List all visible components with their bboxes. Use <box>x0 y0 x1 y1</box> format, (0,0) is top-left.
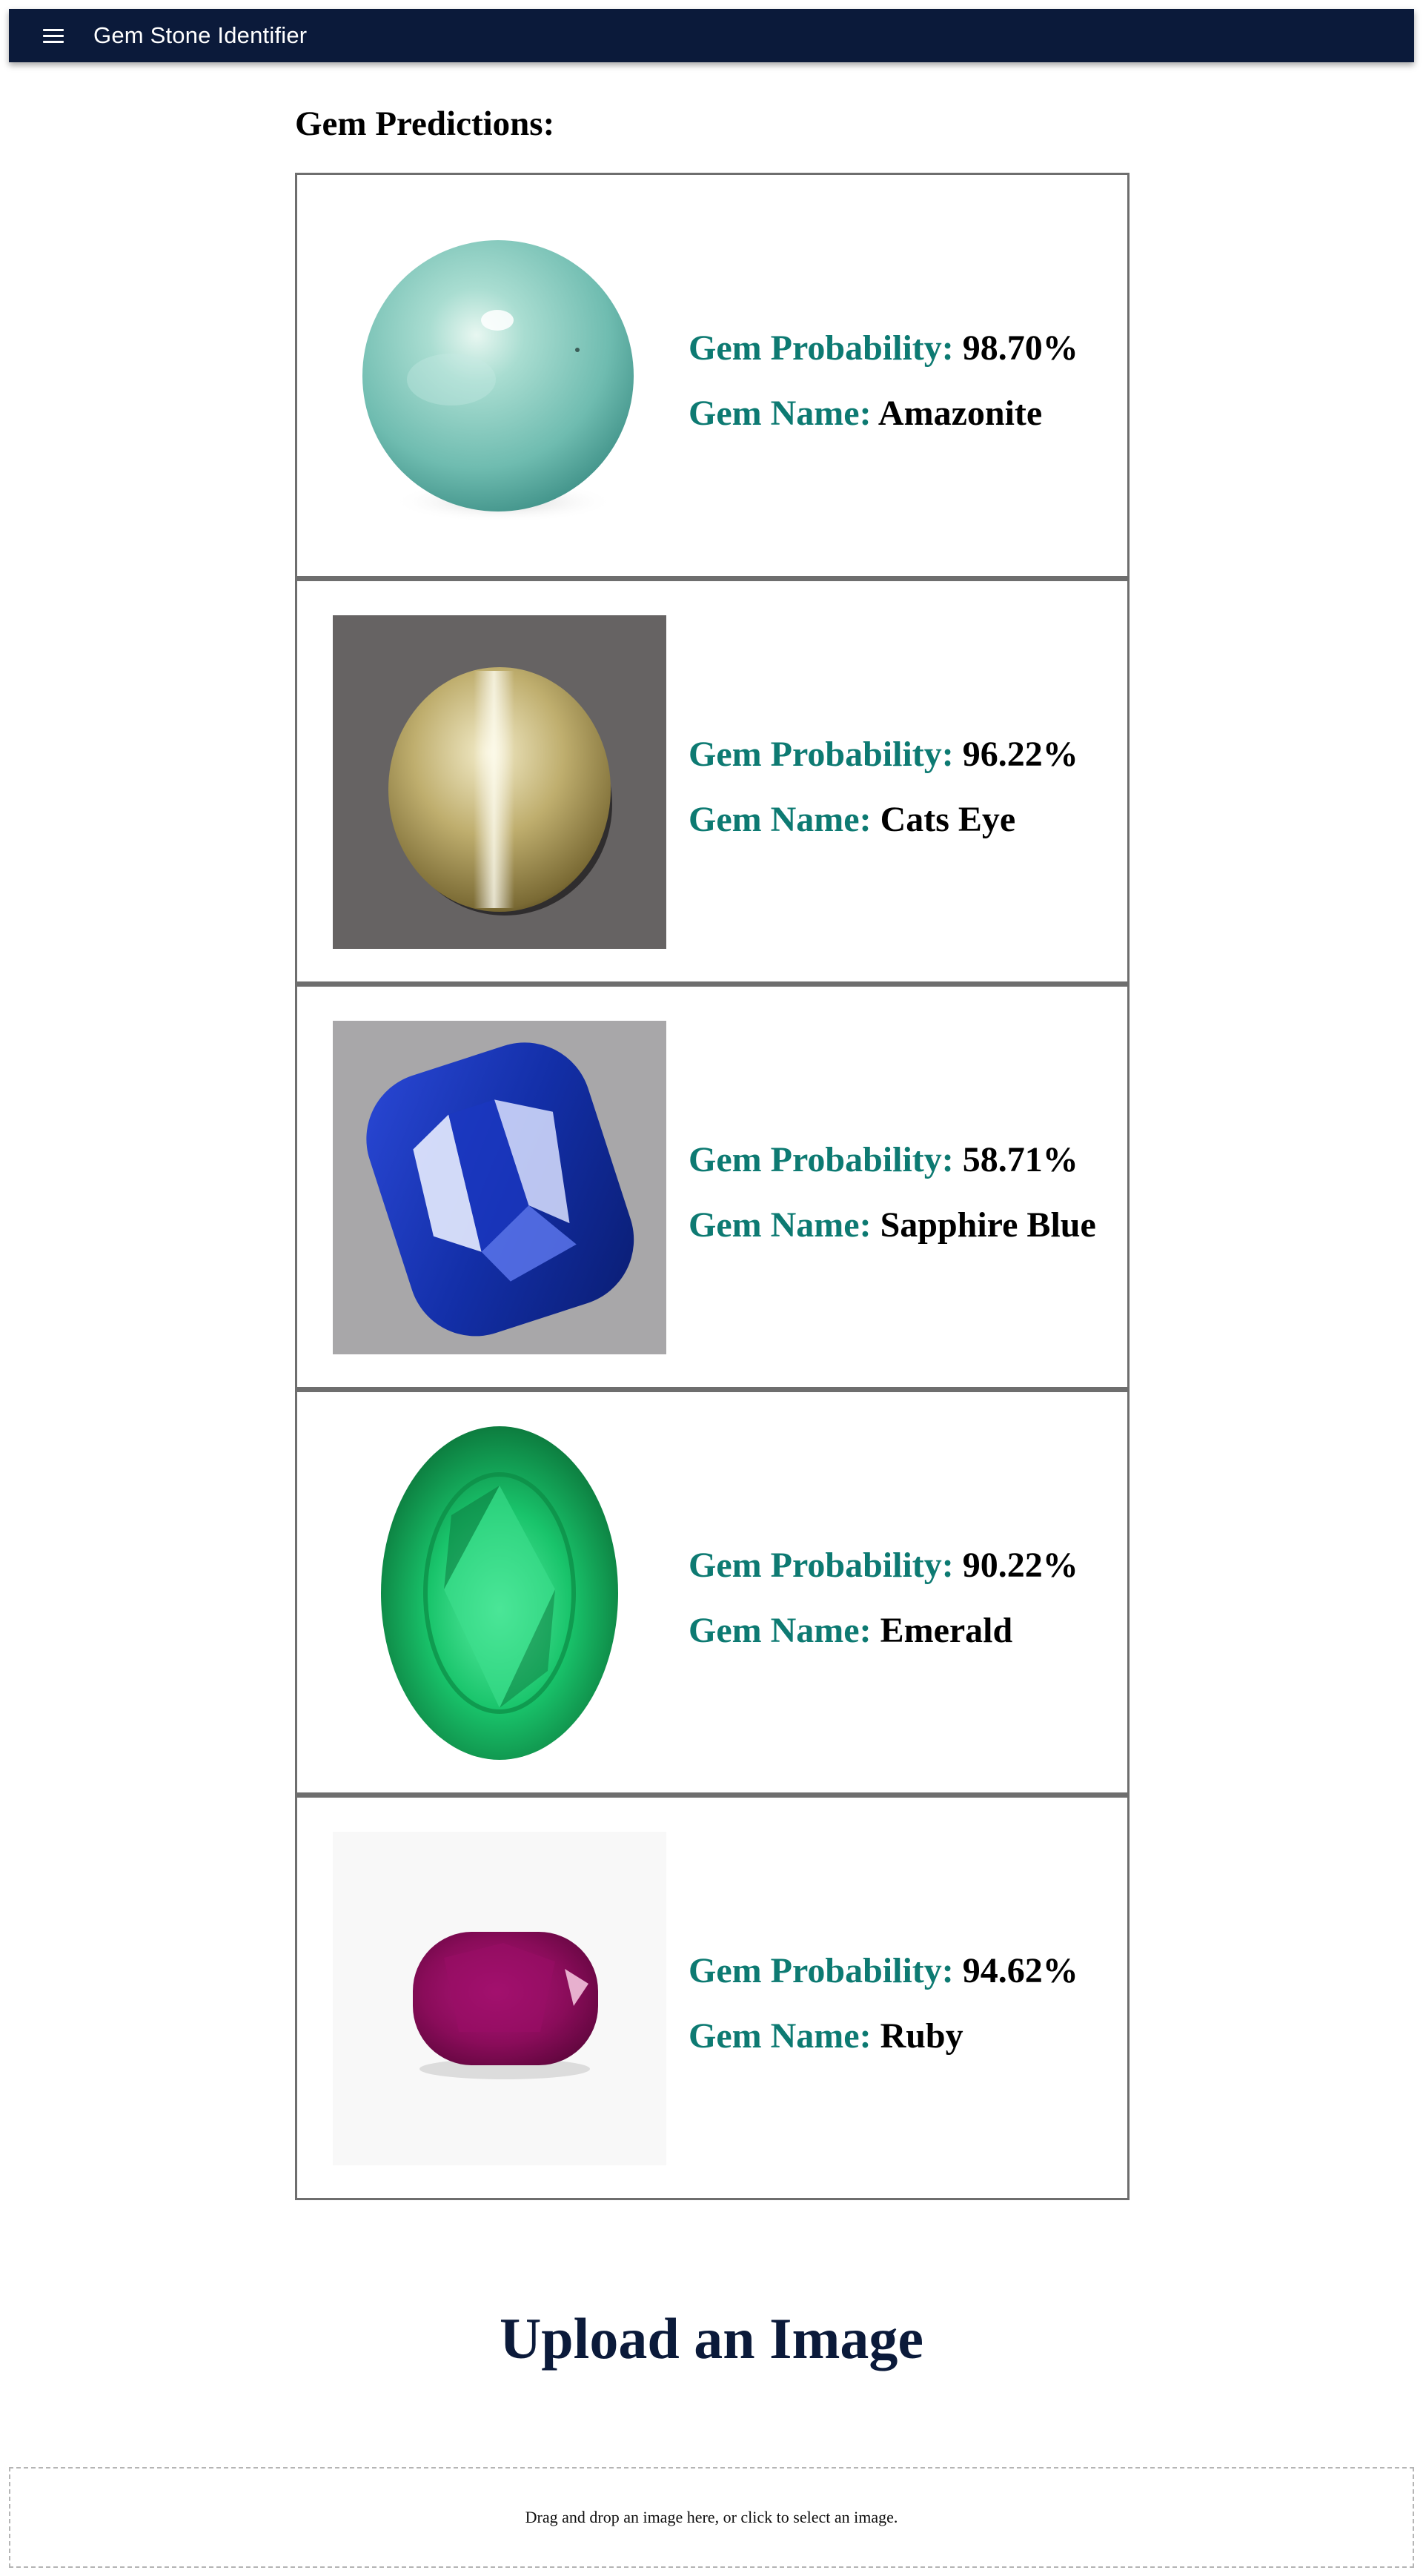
gem-name-label: Gem Name: <box>689 800 872 839</box>
probability-value: 98.70% <box>962 328 1078 368</box>
image-dropzone[interactable]: Drag and drop an image here, or click to… <box>9 2467 1414 2568</box>
gem-name-label: Gem Name: <box>689 1611 872 1650</box>
prediction-info: Gem Probability: 94.62% Gem Name: Ruby <box>689 1938 1078 2069</box>
probability-value: 90.22% <box>962 1546 1078 1585</box>
gem-image-amazonite <box>333 209 666 543</box>
gem-image-ruby <box>333 1832 666 2165</box>
prediction-card: Gem Probability: 96.22% Gem Name: Cats E… <box>295 578 1130 984</box>
prediction-info: Gem Probability: 58.71% Gem Name: Sapphi… <box>689 1128 1096 1258</box>
gem-name-value: Emerald <box>880 1611 1013 1650</box>
gem-name-label: Gem Name: <box>689 2016 872 2056</box>
predictions-list: Gem Probability: 98.70% Gem Name: Amazon… <box>295 173 1130 2200</box>
probability-label: Gem Probability: <box>689 735 954 774</box>
predictions-title: Gem Predictions: <box>295 105 555 143</box>
gem-name-label: Gem Name: <box>689 394 872 433</box>
prediction-info: Gem Probability: 96.22% Gem Name: Cats E… <box>689 722 1078 852</box>
probability-label: Gem Probability: <box>689 328 954 368</box>
probability-label: Gem Probability: <box>689 1951 954 1990</box>
app-title: Gem Stone Identifier <box>93 22 308 48</box>
gem-image-cats-eye <box>333 615 666 949</box>
probability-value: 58.71% <box>962 1140 1078 1179</box>
probability-value: 96.22% <box>962 735 1078 774</box>
probability-value: 94.62% <box>962 1951 1078 1990</box>
prediction-info: Gem Probability: 90.22% Gem Name: Emeral… <box>689 1533 1078 1663</box>
prediction-card: Gem Probability: 58.71% Gem Name: Sapphi… <box>295 984 1130 1389</box>
gem-name-value: Cats Eye <box>880 800 1016 839</box>
upload-heading: Upload an Image <box>499 2306 924 2371</box>
gem-name-value: Ruby <box>880 2016 963 2056</box>
gem-name-value: Sapphire Blue <box>880 1205 1096 1245</box>
prediction-info: Gem Probability: 98.70% Gem Name: Amazon… <box>689 316 1078 446</box>
probability-label: Gem Probability: <box>689 1546 954 1585</box>
dropzone-text: Drag and drop an image here, or click to… <box>525 2508 898 2526</box>
prediction-card: Gem Probability: 90.22% Gem Name: Emeral… <box>295 1389 1130 1795</box>
prediction-card: Gem Probability: 98.70% Gem Name: Amazon… <box>295 173 1130 578</box>
probability-label: Gem Probability: <box>689 1140 954 1179</box>
gem-name-label: Gem Name: <box>689 1205 872 1245</box>
gem-name-value: Amazonite <box>878 394 1043 433</box>
prediction-card: Gem Probability: 94.62% Gem Name: Ruby <box>295 1795 1130 2200</box>
app-bar: Gem Stone Identifier <box>9 9 1414 62</box>
gem-image-sapphire <box>333 1021 666 1354</box>
gem-image-emerald <box>333 1426 666 1760</box>
menu-icon[interactable] <box>37 19 70 52</box>
